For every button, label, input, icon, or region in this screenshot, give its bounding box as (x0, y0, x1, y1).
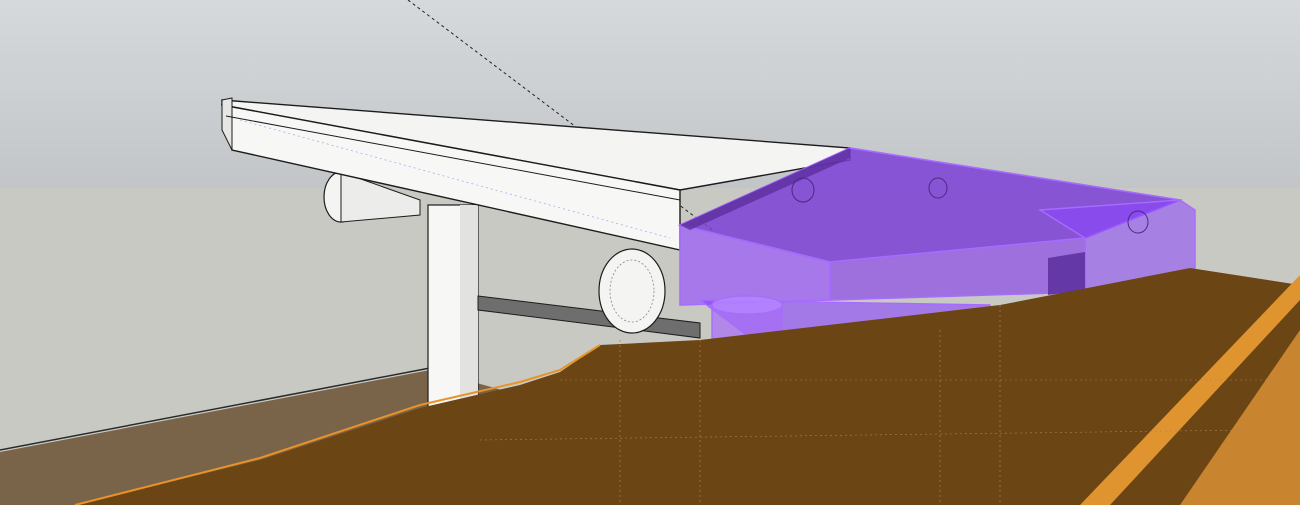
purple-cylinder-top (711, 295, 783, 315)
support-column-shade (460, 205, 478, 415)
modeling-viewport[interactable] (0, 0, 1300, 505)
purple-slot (1048, 252, 1085, 295)
right-cylinder-end[interactable] (598, 248, 666, 334)
scene-canvas[interactable] (0, 0, 1300, 505)
